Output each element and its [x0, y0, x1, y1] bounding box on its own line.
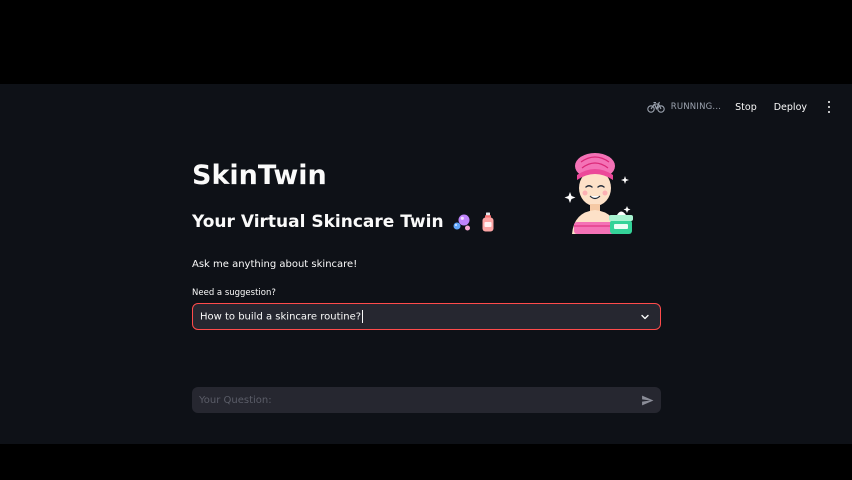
page-title: SkinTwin — [192, 160, 327, 191]
page-subtitle: Your Virtual Skincare Twin — [192, 212, 496, 232]
send-icon[interactable] — [640, 393, 654, 407]
stop-button[interactable]: Stop — [735, 102, 757, 113]
toolbar: RUNNING... Stop Deploy — [646, 98, 834, 116]
subtitle-text: Your Virtual Skincare Twin — [192, 212, 444, 232]
intro-text: Ask me anything about skincare! — [192, 259, 358, 270]
lotion-bottle-icon — [480, 212, 496, 232]
main-content: SkinTwin Your Virtual Skincare Twin Ask … — [192, 84, 661, 444]
suggestion-label: Need a suggestion? — [192, 288, 276, 298]
chat-input-container — [192, 387, 661, 413]
soap-bubbles-icon — [452, 212, 472, 232]
suggestion-selected-value: How to build a skincare routine? — [200, 310, 364, 323]
status-text: RUNNING... — [670, 102, 722, 112]
face-mask-woman-icon — [562, 148, 640, 244]
chevron-down-icon[interactable] — [640, 307, 650, 326]
deploy-button[interactable]: Deploy — [774, 102, 807, 113]
suggestion-select[interactable]: How to build a skincare routine? — [192, 303, 661, 330]
more-vertical-icon[interactable] — [824, 101, 834, 113]
app-container: RUNNING... Stop Deploy SkinTwin Your Vir… — [0, 84, 852, 444]
question-input[interactable] — [199, 394, 640, 406]
